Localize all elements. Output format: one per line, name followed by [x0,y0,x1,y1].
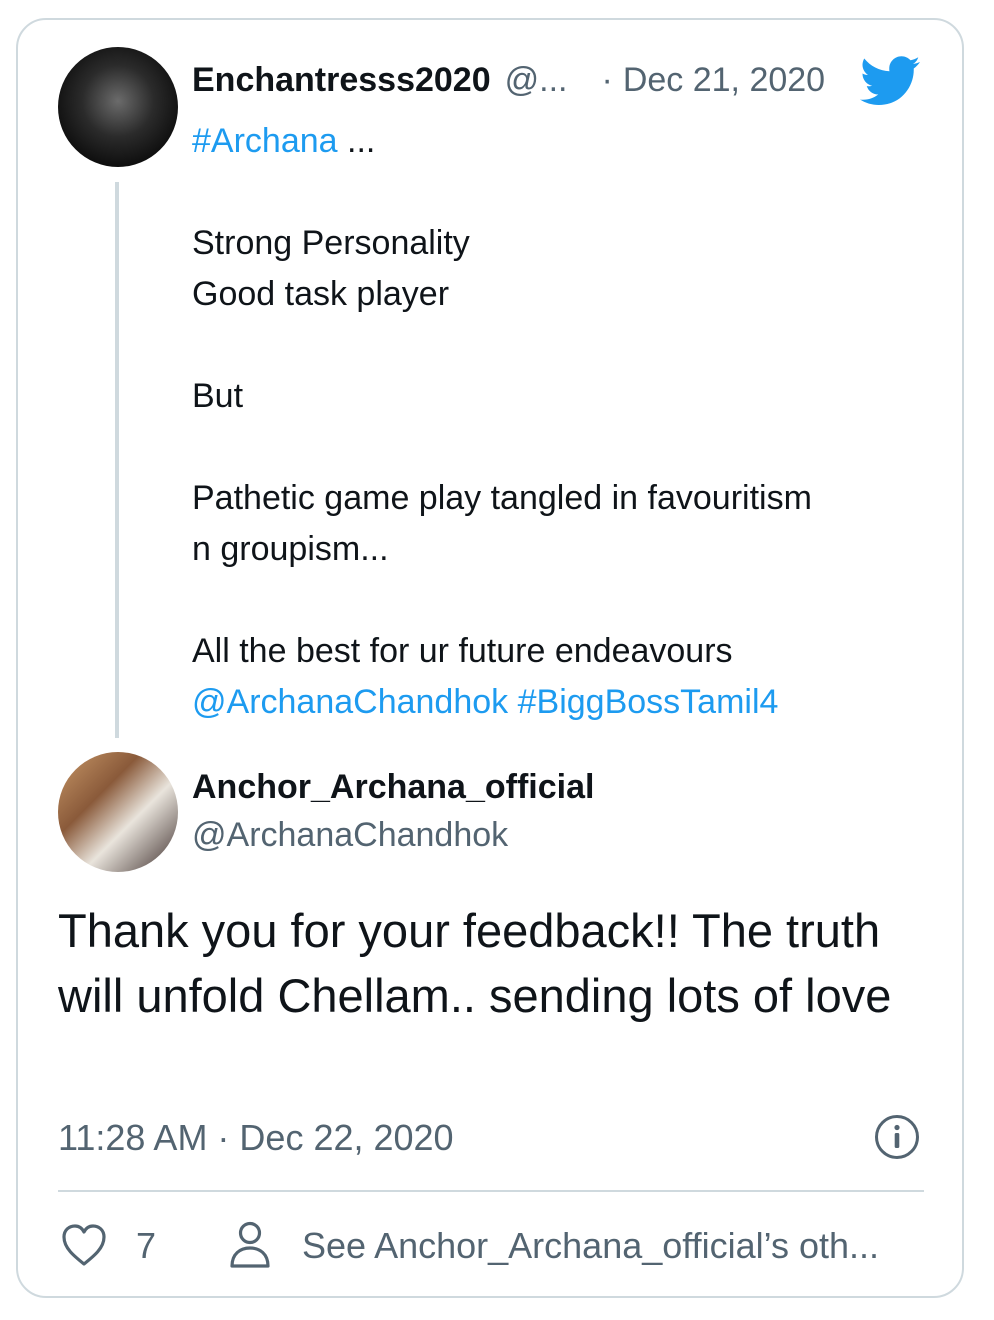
twitter-bird-icon[interactable] [860,56,922,106]
reply-timestamp[interactable]: 11:28 AM · Dec 22, 2020 [58,1114,454,1162]
quoted-tweet-date[interactable]: Dec 21, 2020 [623,61,825,100]
tweet-line: Good task player [192,275,450,313]
like-count[interactable]: 7 [136,1222,156,1270]
tweet-line: All the best for ur future endeavours [192,632,733,670]
reply-author-avatar[interactable] [58,752,178,872]
reply-author-name[interactable]: Anchor_Archana_official [192,764,594,810]
header-separator: · [601,60,613,99]
quoted-author-name[interactable]: Enchantresss2020 [192,61,491,100]
reply-tweet-text: Thank you for your feedback!! The truth … [58,904,892,1022]
quoted-author-avatar[interactable] [58,47,178,167]
quoted-tweet-text: #Archana ... Strong Personality Good tas… [192,116,932,728]
heart-icon[interactable] [60,1222,108,1268]
tweet-line: Pathetic game play tangled in favouritis… [192,479,812,517]
tweet-line: n groupism... [192,530,389,568]
hashtag-biggboss-link[interactable]: #BiggBossTamil4 [518,683,779,721]
quoted-author-handle[interactable]: @... [505,61,568,100]
tweet-line: Strong Personality [192,224,470,262]
mention-link[interactable]: @ArchanaChandhok [192,683,508,721]
hashtag-suffix: ... [337,122,376,160]
divider [58,1190,924,1192]
tweet-line: But [192,377,244,415]
see-other-tweets-link[interactable]: See Anchor_Archana_official’s oth... [302,1222,879,1270]
info-icon[interactable] [874,1114,920,1160]
person-icon[interactable] [228,1220,272,1270]
quoted-tweet-header: Enchantresss2020 @... · Dec 21, 2020 [192,56,825,104]
hashtag-archana-link[interactable]: #Archana [192,122,338,160]
reply-author-handle[interactable]: @ArchanaChandhok [192,812,508,858]
thread-connector-line [115,182,119,738]
